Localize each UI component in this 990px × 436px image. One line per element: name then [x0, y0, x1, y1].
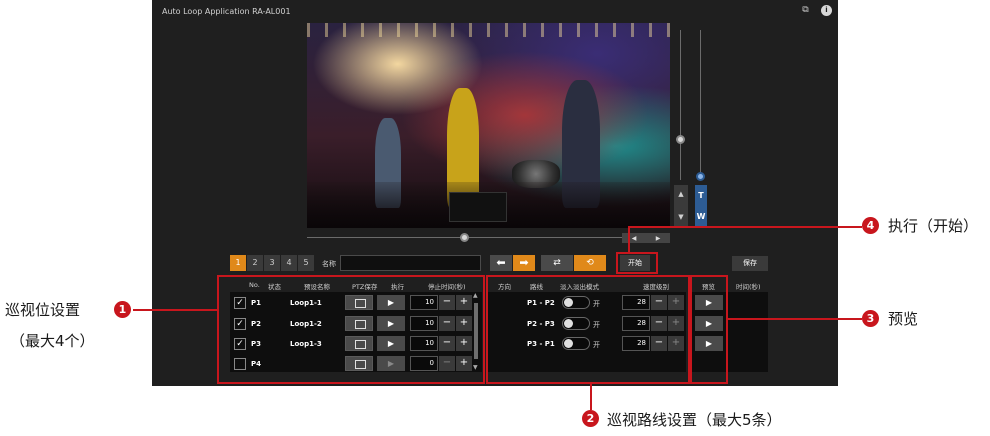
preview-highlight	[690, 275, 728, 384]
preset-tab-1[interactable]: 1	[230, 255, 246, 271]
zoom-track	[700, 30, 701, 180]
header-time: 时间(秒)	[736, 283, 761, 291]
callout-line-4a	[628, 226, 630, 253]
callout-line-2	[590, 384, 592, 410]
direction-left-button[interactable]: ⬅	[490, 255, 512, 271]
annotation-badge-1: 1	[114, 301, 131, 318]
focus-up-button[interactable]: ▲	[676, 188, 686, 200]
zoom-tele-button[interactable]: T	[695, 185, 707, 207]
focus-control: ▲ ▼	[674, 185, 688, 227]
app-title: Auto Loop Application RA-AL001	[162, 7, 291, 16]
annotation-preset-limit: （最大4个）	[10, 332, 95, 350]
pan-left-button[interactable]: ◀	[632, 235, 637, 242]
preset-settings-highlight	[217, 275, 485, 384]
save-button[interactable]: 保存	[732, 256, 768, 271]
annotation-preset-settings: 巡视位设置	[5, 301, 81, 319]
callout-line-1	[133, 309, 217, 311]
preset-tab-4[interactable]: 4	[281, 255, 297, 271]
annotation-badge-2: 2	[582, 410, 599, 427]
preset-group-tabs: 1 2 3 4 5	[230, 255, 315, 271]
preset-tab-5[interactable]: 5	[298, 255, 314, 271]
direction-right-button[interactable]: ➡	[513, 255, 535, 271]
tilt-slider[interactable]	[676, 135, 685, 144]
annotation-execute: 执行（开始）	[888, 217, 979, 235]
route-settings-highlight	[486, 275, 690, 384]
callout-line-3	[728, 318, 862, 320]
tilt-track	[680, 30, 681, 180]
pan-track	[307, 237, 670, 238]
stage-lights	[307, 23, 670, 37]
mode-loop-button[interactable]: ⟲	[574, 255, 606, 271]
annotation-preview: 预览	[888, 310, 919, 328]
focus-down-button[interactable]: ▼	[676, 211, 686, 223]
pan-slider[interactable]	[460, 233, 469, 242]
camera-preview[interactable]	[307, 23, 670, 228]
direction-group: ⬅ ➡ ⇄ ⟲	[490, 255, 607, 271]
annotation-badge-4: 4	[862, 217, 879, 234]
mode-oneway-button[interactable]: ⇄	[541, 255, 573, 271]
pan-right-button[interactable]: ▶	[656, 235, 661, 242]
annotation-badge-3: 3	[862, 310, 879, 327]
annotation-route-settings: 巡视路线设置（最大5条）	[607, 411, 782, 429]
zoom-wide-button[interactable]: W	[695, 207, 707, 227]
preset-tab-3[interactable]: 3	[264, 255, 280, 271]
zoom-slider[interactable]	[696, 172, 705, 181]
preset-tab-2[interactable]: 2	[247, 255, 263, 271]
callout-line-4b	[628, 226, 862, 228]
execute-highlight	[616, 252, 658, 274]
name-label: 名称	[322, 260, 336, 268]
feedback-icon[interactable]: ⧉	[800, 5, 811, 16]
info-icon[interactable]: i	[821, 5, 832, 16]
amplifier	[449, 192, 507, 222]
name-input[interactable]	[340, 255, 481, 271]
